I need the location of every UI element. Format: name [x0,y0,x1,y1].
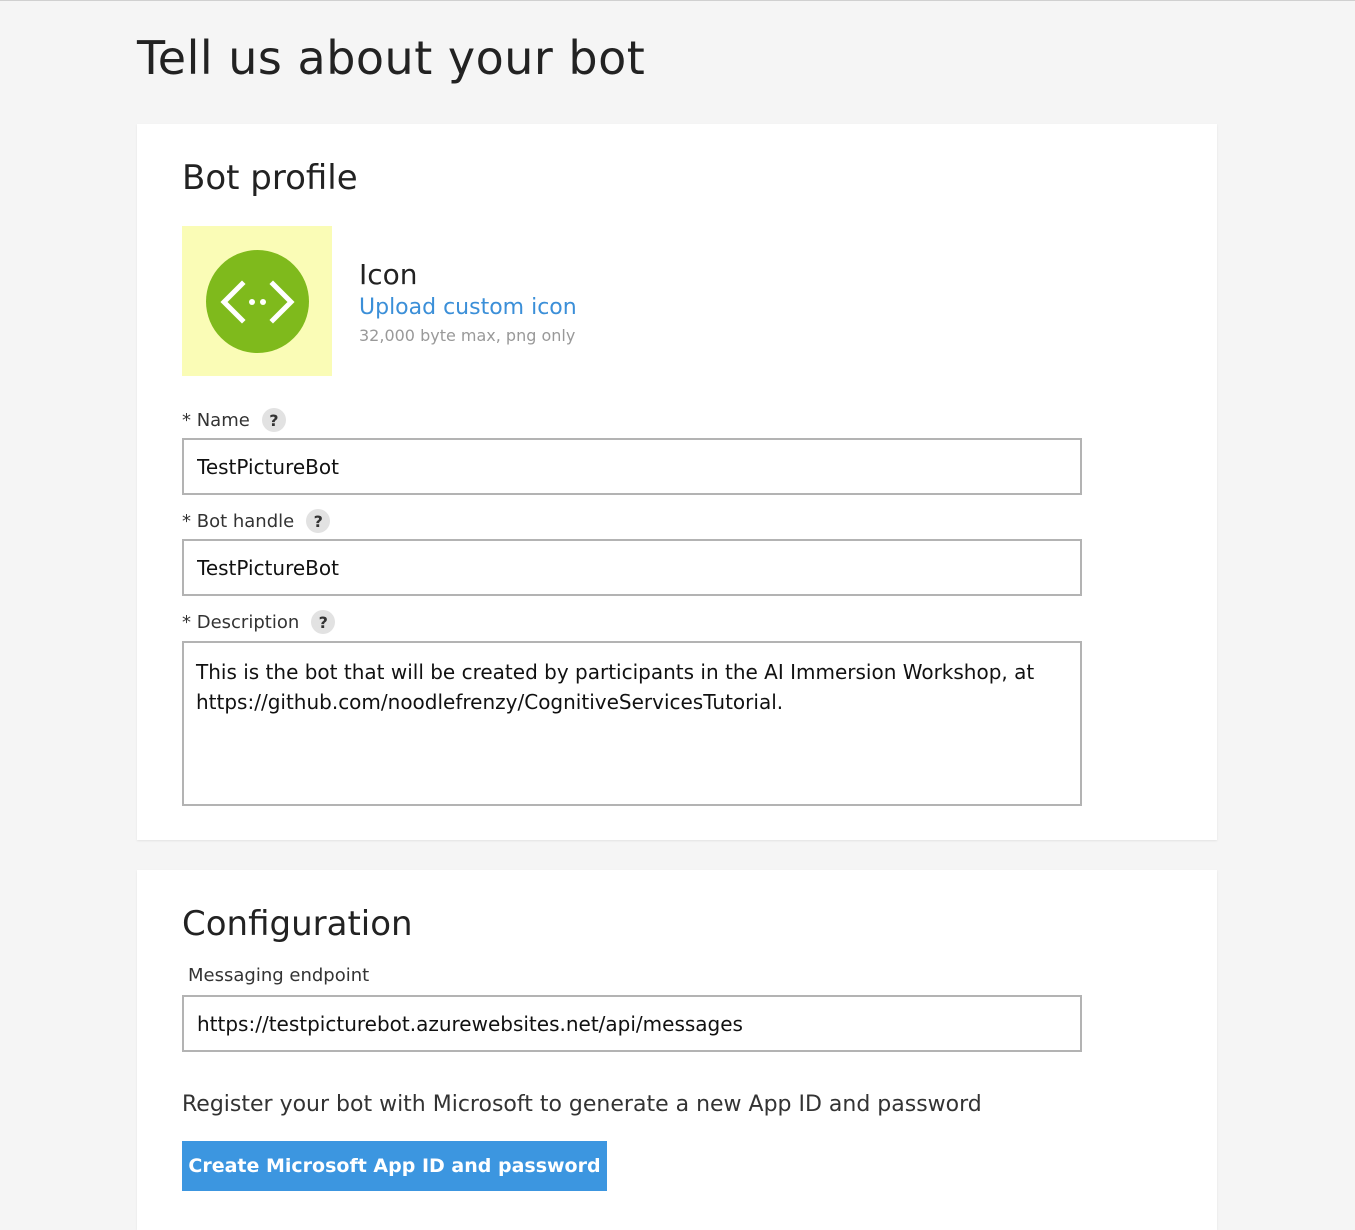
description-label: * Description ? [182,610,336,634]
name-label-text: * Name [182,409,250,431]
register-instructions: Register your bot with Microsoft to gene… [182,1092,982,1117]
name-input[interactable] [182,438,1082,495]
bot-handle-input[interactable] [182,539,1082,596]
bot-icon-preview [182,226,332,376]
bot-icon-circle [205,249,309,353]
icon-label: Icon [359,258,418,291]
description-help-icon[interactable]: ? [311,610,336,634]
description-label-text: * Description [182,611,300,633]
icon-size-hint: 32,000 byte max, png only [359,326,576,345]
create-app-id-button[interactable]: Create Microsoft App ID and password [182,1141,607,1191]
upload-custom-icon-link[interactable]: Upload custom icon [359,295,577,320]
bot-handle-help-icon[interactable]: ? [306,509,331,533]
configuration-heading: Configuration [182,904,413,944]
messaging-endpoint-input[interactable] [182,995,1082,1052]
name-label: * Name ? [182,408,286,432]
description-textarea[interactable]: This is the bot that will be created by … [182,641,1082,806]
bot-profile-heading: Bot profile [182,158,358,198]
configuration-card: Configuration Messaging endpoint Registe… [137,870,1217,1230]
bot-profile-card: Bot profile Icon Upload custom icon 32,0… [137,124,1217,840]
name-help-icon[interactable]: ? [261,408,286,432]
page-title: Tell us about your bot [137,31,646,85]
bot-handle-label: * Bot handle ? [182,509,331,533]
code-brackets-icon [219,279,295,324]
messaging-endpoint-label: Messaging endpoint [188,965,370,986]
bot-handle-label-text: * Bot handle [182,510,295,532]
